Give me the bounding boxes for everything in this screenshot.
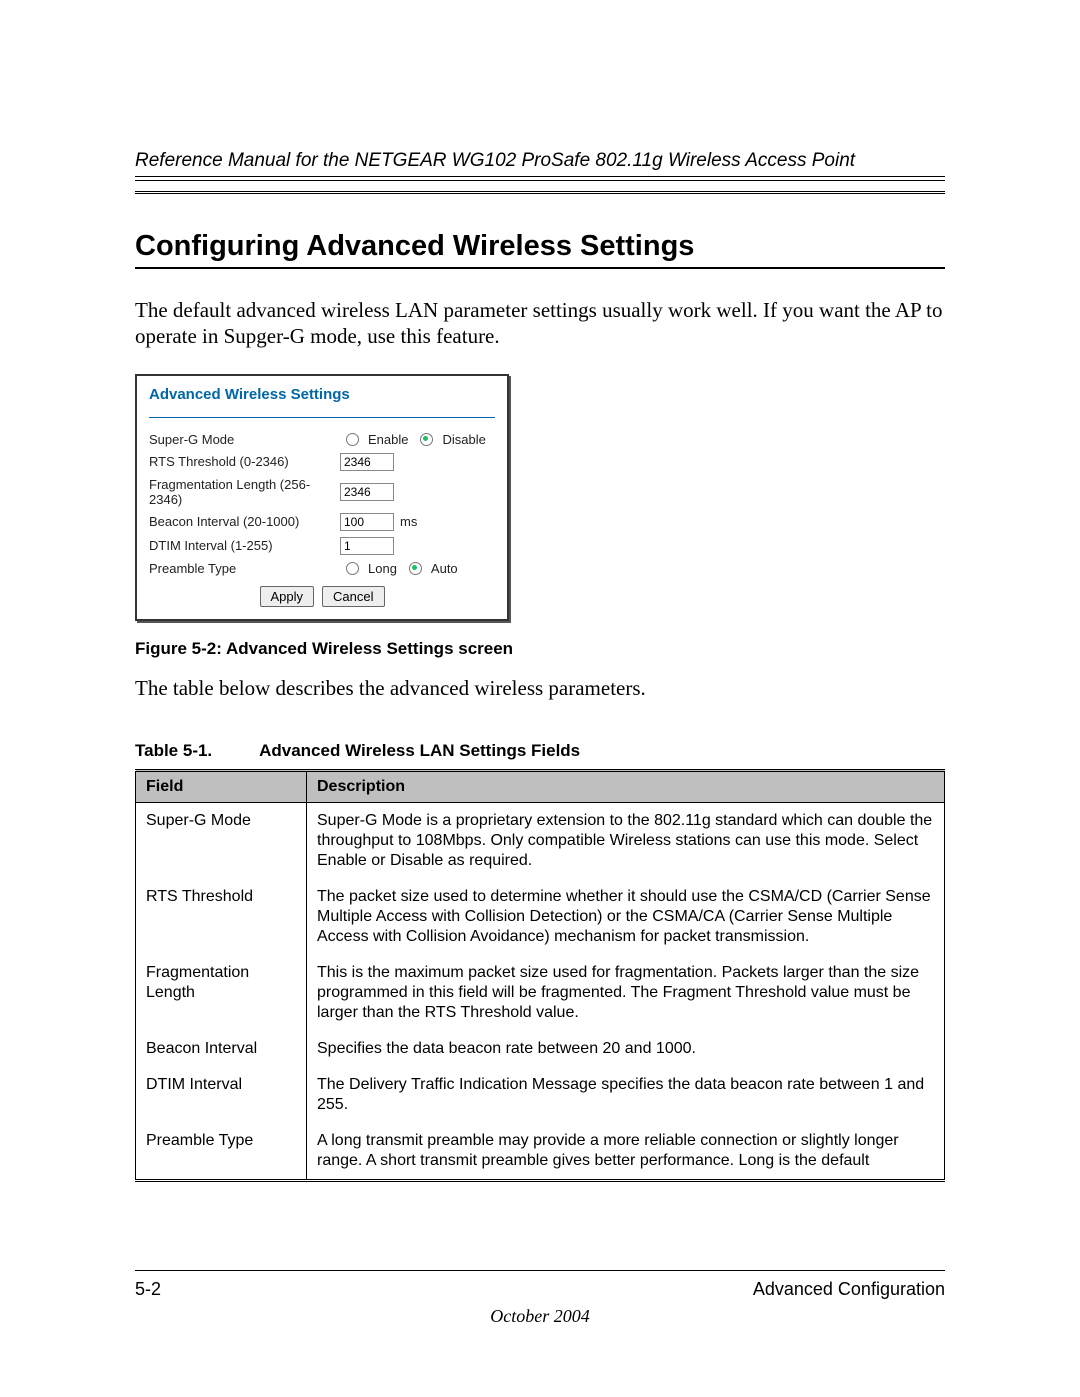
row-fragmentation-length: Fragmentation Length (256-2346) (149, 477, 495, 507)
row-dtim-interval: DTIM Interval (1-255) (149, 537, 495, 555)
table-row: Fragmentation LengthThis is the maximum … (136, 955, 945, 1031)
cell-description: Super-G Mode is a proprietary extension … (307, 802, 945, 879)
row-preamble-type: Preamble Type Long Auto (149, 561, 495, 576)
table-row: DTIM IntervalThe Delivery Traffic Indica… (136, 1067, 945, 1123)
radio-label-enable: Enable (368, 432, 408, 447)
settings-fields-table: Field Description Super-G ModeSuper-G Mo… (135, 769, 945, 1182)
th-description: Description (307, 770, 945, 802)
running-header-text: Reference Manual for the NETGEAR WG102 P… (135, 150, 855, 171)
table-caption: Table 5-1. Advanced Wireless LAN Setting… (135, 741, 945, 761)
input-rts-threshold[interactable] (340, 453, 394, 471)
figure-caption: Figure 5-2: Advanced Wireless Settings s… (135, 639, 945, 659)
radio-super-g-enable[interactable] (346, 433, 359, 446)
table-caption-number: Table 5-1. (135, 741, 255, 761)
row-super-g-mode: Super-G Mode Enable Disable (149, 432, 495, 447)
panel-title: Advanced Wireless Settings (149, 386, 495, 413)
radio-preamble-auto[interactable] (409, 562, 422, 575)
th-field: Field (136, 770, 307, 802)
cell-field: Beacon Interval (136, 1031, 307, 1067)
cell-field: RTS Threshold (136, 879, 307, 955)
cell-description: The Delivery Traffic Indication Message … (307, 1067, 945, 1123)
cancel-button[interactable]: Cancel (322, 586, 384, 607)
cell-description: Specifies the data beacon rate between 2… (307, 1031, 945, 1067)
label-super-g: Super-G Mode (149, 432, 334, 447)
intro-paragraph: The default advanced wireless LAN parame… (135, 297, 945, 350)
radio-label-disable: Disable (442, 432, 485, 447)
table-row: Super-G ModeSuper-G Mode is a proprietar… (136, 802, 945, 879)
label-preamble: Preamble Type (149, 561, 334, 576)
table-row: Beacon IntervalSpecifies the data beacon… (136, 1031, 945, 1067)
cell-field: Super-G Mode (136, 802, 307, 879)
table-caption-title: Advanced Wireless LAN Settings Fields (259, 741, 580, 760)
cell-description: The packet size used to determine whethe… (307, 879, 945, 955)
cell-description: A long transmit preamble may provide a m… (307, 1123, 945, 1181)
input-beacon-interval[interactable] (340, 513, 394, 531)
after-figure-paragraph: The table below describes the advanced w… (135, 675, 945, 701)
cell-field: DTIM Interval (136, 1067, 307, 1123)
apply-button[interactable]: Apply (260, 586, 315, 607)
page-footer: 5-2 Advanced Configuration October 2004 (135, 1270, 945, 1327)
label-beacon: Beacon Interval (20-1000) (149, 514, 334, 529)
section-title: Configuring Advanced Wireless Settings (135, 230, 945, 263)
footer-page-number: 5-2 (135, 1279, 161, 1300)
radio-preamble-long[interactable] (346, 562, 359, 575)
footer-date: October 2004 (135, 1306, 945, 1327)
cell-description: This is the maximum packet size used for… (307, 955, 945, 1031)
radio-super-g-disable[interactable] (420, 433, 433, 446)
running-header: Reference Manual for the NETGEAR WG102 P… (135, 150, 945, 194)
label-dtim: DTIM Interval (1-255) (149, 538, 334, 553)
row-beacon-interval: Beacon Interval (20-1000) ms (149, 513, 495, 531)
input-fragmentation-length[interactable] (340, 483, 394, 501)
cell-field: Fragmentation Length (136, 955, 307, 1031)
label-frag: Fragmentation Length (256-2346) (149, 477, 334, 507)
radio-label-auto: Auto (431, 561, 458, 576)
table-row: RTS ThresholdThe packet size used to det… (136, 879, 945, 955)
row-rts-threshold: RTS Threshold (0-2346) (149, 453, 495, 471)
cell-field: Preamble Type (136, 1123, 307, 1181)
footer-chapter: Advanced Configuration (753, 1279, 945, 1300)
label-rts: RTS Threshold (0-2346) (149, 454, 334, 469)
unit-ms: ms (400, 514, 417, 529)
table-row: Preamble TypeA long transmit preamble ma… (136, 1123, 945, 1181)
input-dtim-interval[interactable] (340, 537, 394, 555)
advanced-wireless-settings-panel: Advanced Wireless Settings Super-G Mode … (135, 374, 509, 621)
radio-label-long: Long (368, 561, 397, 576)
